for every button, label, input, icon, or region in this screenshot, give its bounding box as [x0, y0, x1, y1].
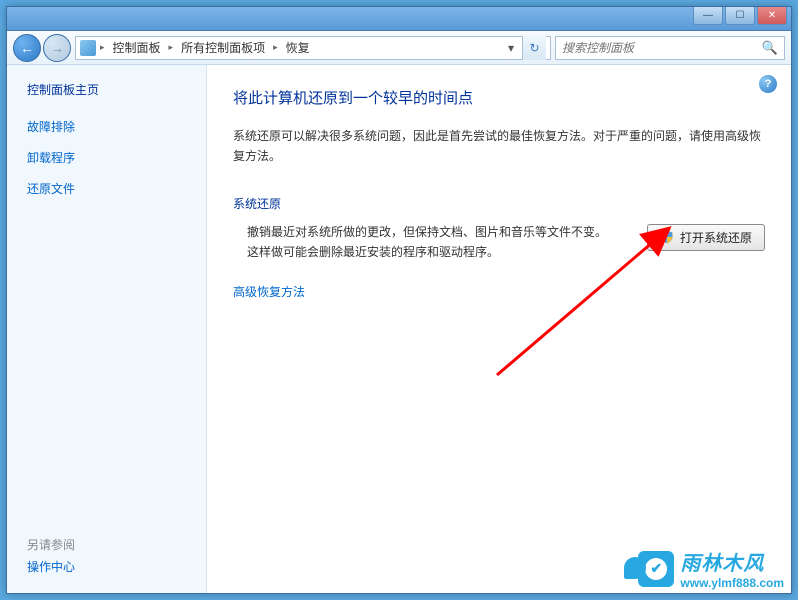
search-box[interactable]: 🔍 — [555, 36, 785, 60]
search-input[interactable] — [562, 41, 762, 55]
open-system-restore-button[interactable]: 打开系统还原 — [647, 224, 765, 251]
restore-button-label: 打开系统还原 — [680, 229, 752, 246]
content-area: 控制面板主页 故障排除 卸载程序 还原文件 另请参阅 操作中心 ? 将此计算机还… — [7, 65, 791, 593]
breadcrumb-separator: ▸ — [100, 42, 105, 53]
back-button[interactable]: ← — [13, 34, 41, 62]
search-icon[interactable]: 🔍 — [762, 40, 778, 56]
section-title: 系统还原 — [233, 195, 765, 212]
breadcrumb-separator: ▸ — [273, 42, 278, 53]
window-frame: — ☐ ✕ ← → ▸ 控制面板 ▸ 所有控制面板项 ▸ 恢复 ▾ ↻ 🔍 控制… — [6, 6, 792, 594]
titlebar[interactable]: — ☐ ✕ — [7, 7, 791, 31]
page-title: 将此计算机还原到一个较早的时间点 — [233, 87, 765, 108]
advanced-recovery-link[interactable]: 高级恢复方法 — [233, 285, 305, 299]
sidebar-link-uninstall[interactable]: 卸载程序 — [19, 145, 194, 170]
main-content: ? 将此计算机还原到一个较早的时间点 系统还原可以解决很多系统问题，因此是首先尝… — [207, 65, 791, 593]
sidebar-title[interactable]: 控制面板主页 — [19, 81, 194, 98]
help-icon[interactable]: ? — [759, 75, 777, 93]
close-button[interactable]: ✕ — [757, 7, 787, 25]
maximize-button[interactable]: ☐ — [725, 7, 755, 25]
see-also-label: 另请参阅 — [27, 536, 75, 553]
breadcrumb-item[interactable]: 恢复 — [282, 37, 314, 58]
nav-buttons: ← → — [13, 34, 71, 62]
see-also-link-action-center[interactable]: 操作中心 — [27, 558, 75, 575]
address-bar[interactable]: ▸ 控制面板 ▸ 所有控制面板项 ▸ 恢复 ▾ ↻ — [75, 36, 551, 60]
breadcrumb-item[interactable]: 控制面板 — [109, 37, 165, 58]
breadcrumb-item[interactable]: 所有控制面板项 — [177, 37, 269, 58]
section-description: 撤销最近对系统所做的更改，但保持文档、图片和音乐等文件不变。这样做可能会删除最近… — [233, 222, 619, 263]
shield-icon — [660, 230, 674, 244]
sidebar-link-restore-files[interactable]: 还原文件 — [19, 176, 194, 201]
page-description: 系统还原可以解决很多系统问题，因此是首先尝试的最佳恢复方法。对于严重的问题，请使… — [233, 126, 765, 167]
sidebar-link-troubleshoot[interactable]: 故障排除 — [19, 114, 194, 139]
refresh-button[interactable]: ↻ — [522, 36, 546, 60]
window-controls: — ☐ ✕ — [693, 7, 787, 25]
forward-button[interactable]: → — [43, 34, 71, 62]
control-panel-icon — [80, 40, 96, 56]
sidebar: 控制面板主页 故障排除 卸载程序 还原文件 另请参阅 操作中心 — [7, 65, 207, 593]
minimize-button[interactable]: — — [693, 7, 723, 25]
navigation-bar: ← → ▸ 控制面板 ▸ 所有控制面板项 ▸ 恢复 ▾ ↻ 🔍 — [7, 31, 791, 65]
address-dropdown-icon[interactable]: ▾ — [504, 41, 518, 55]
breadcrumb-separator: ▸ — [169, 42, 174, 53]
section-row: 撤销最近对系统所做的更改，但保持文档、图片和音乐等文件不变。这样做可能会删除最近… — [233, 222, 765, 263]
